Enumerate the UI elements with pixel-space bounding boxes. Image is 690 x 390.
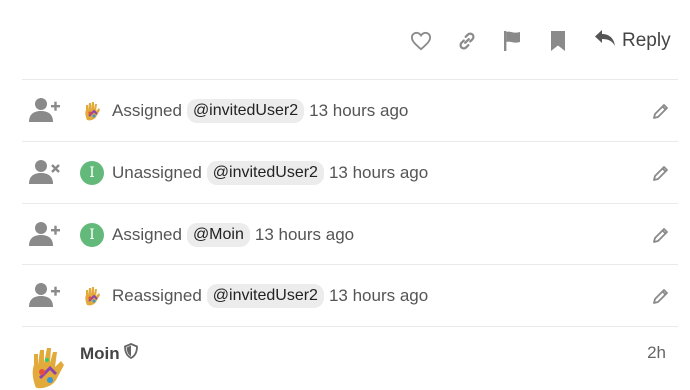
user-mention[interactable]: @invitedUser2 — [206, 161, 324, 185]
reply-button[interactable]: Reply — [594, 26, 671, 56]
bookmark-icon[interactable] — [545, 28, 571, 54]
event-action: Reassigned — [112, 286, 202, 305]
handprint-avatar[interactable] — [80, 99, 104, 123]
event-text: Assigned @Moin 13 hours ago — [112, 204, 354, 266]
user-plus-icon — [28, 220, 62, 248]
handprint-avatar[interactable] — [80, 284, 104, 308]
post-time[interactable]: 2h — [647, 343, 666, 363]
pencil-icon[interactable] — [652, 226, 670, 244]
event-text: Unassigned @invitedUser2 13 hours ago — [112, 142, 428, 204]
small-action-row: Reassigned @invitedUser2 13 hours ago — [22, 265, 678, 327]
event-time: 13 hours ago — [328, 163, 429, 182]
pencil-icon[interactable] — [652, 102, 670, 120]
divider — [22, 326, 678, 327]
user-plus-icon — [28, 96, 62, 124]
letter-avatar[interactable]: I — [80, 161, 104, 185]
flag-icon[interactable] — [499, 28, 525, 54]
username-text: Moin — [80, 343, 120, 363]
letter-avatar[interactable]: I — [80, 223, 104, 247]
event-action: Assigned — [112, 101, 182, 120]
user-mention[interactable]: @Moin — [186, 223, 250, 247]
event-time: 13 hours ago — [328, 286, 429, 305]
post-header: Moin 2h — [22, 328, 678, 390]
event-time: 13 hours ago — [309, 101, 409, 120]
post-username[interactable]: Moin — [80, 343, 138, 364]
event-text: Reassigned @invitedUser2 13 hours ago — [112, 265, 428, 327]
reply-label: Reply — [622, 30, 671, 51]
user-mention[interactable]: @invitedUser2 — [206, 284, 324, 308]
reply-icon — [594, 29, 616, 53]
shield-icon — [123, 343, 138, 364]
post-actions-bar: Reply — [0, 0, 690, 80]
small-action-row: I Unassigned @invitedUser2 13 hours ago — [22, 142, 678, 204]
pencil-icon[interactable] — [652, 287, 670, 305]
event-time: 13 hours ago — [254, 225, 355, 244]
user-mention[interactable]: @invitedUser2 — [186, 99, 305, 123]
link-icon[interactable] — [454, 28, 480, 54]
user-plus-icon — [28, 281, 62, 309]
small-action-row: I Assigned @Moin 13 hours ago — [22, 204, 678, 266]
event-text: Assigned @invitedUser2 13 hours ago — [112, 80, 408, 142]
user-times-icon — [28, 158, 62, 186]
event-action: Assigned — [112, 225, 182, 244]
small-action-row: Assigned @invitedUser2 13 hours ago — [22, 80, 678, 142]
event-action: Unassigned — [112, 163, 202, 182]
pencil-icon[interactable] — [652, 164, 670, 182]
heart-icon[interactable] — [408, 28, 434, 54]
user-avatar[interactable] — [22, 340, 72, 390]
